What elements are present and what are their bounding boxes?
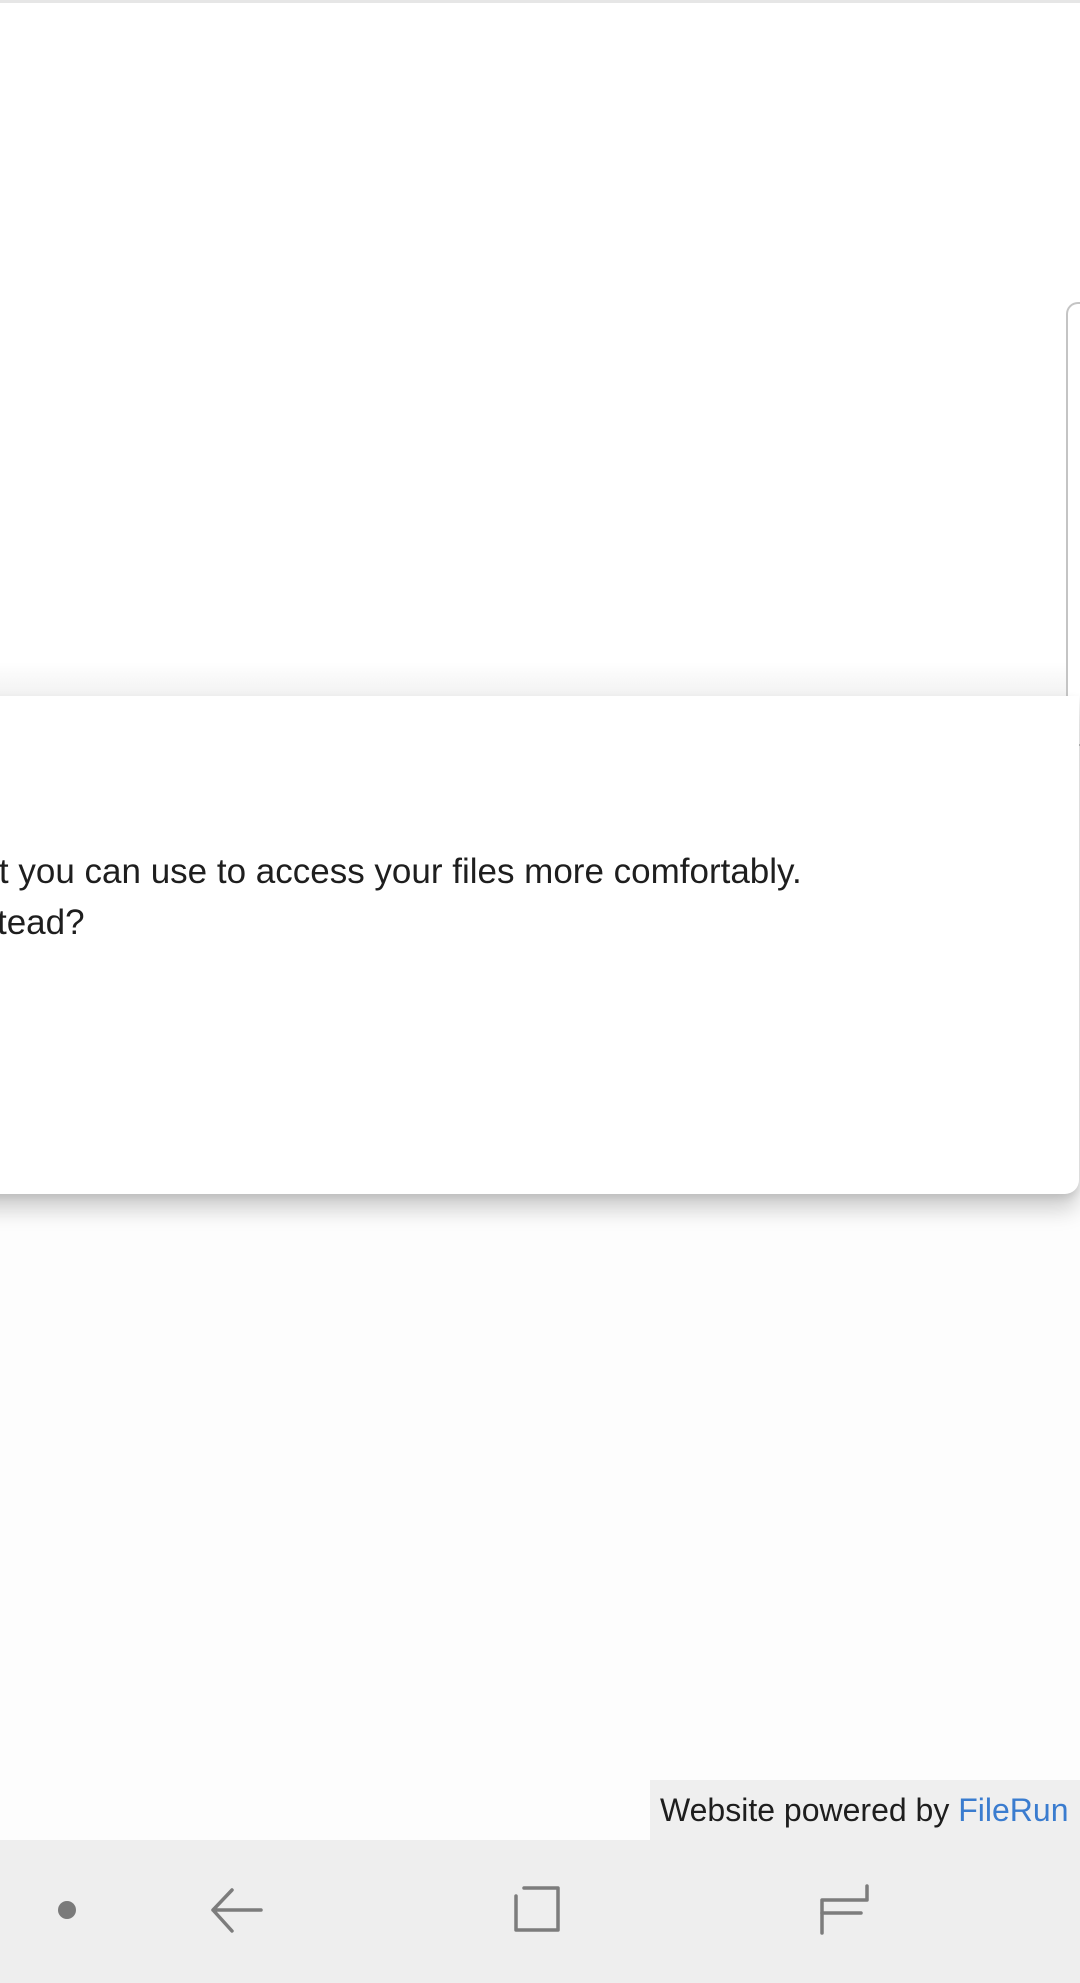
- nav-back-button[interactable]: [196, 1870, 276, 1950]
- nav-dot-button[interactable]: [27, 1870, 107, 1950]
- nav-recents-button[interactable]: [801, 1870, 881, 1950]
- back-icon: [211, 1888, 263, 1933]
- nav-home-button[interactable]: [500, 1870, 580, 1950]
- background-page-area: [0, 3, 1080, 680]
- dialog-message: hat you can use to access your files mor…: [0, 846, 1080, 948]
- powered-by-footer: Website powered by FileRun: [650, 1780, 1080, 1840]
- edge-panel-handle[interactable]: [1066, 302, 1080, 746]
- home-icon: [514, 1886, 560, 1932]
- dialog-message-line-2: nstead?: [0, 903, 85, 942]
- dialog-message-line-1: hat you can use to access your files mor…: [0, 852, 802, 891]
- powered-by-text: Website powered by: [660, 1792, 959, 1828]
- filerun-link[interactable]: FileRun: [958, 1792, 1068, 1828]
- recents-icon: [820, 1884, 869, 1935]
- dialog-top-fade: [0, 662, 1080, 696]
- dot-icon: [58, 1901, 76, 1919]
